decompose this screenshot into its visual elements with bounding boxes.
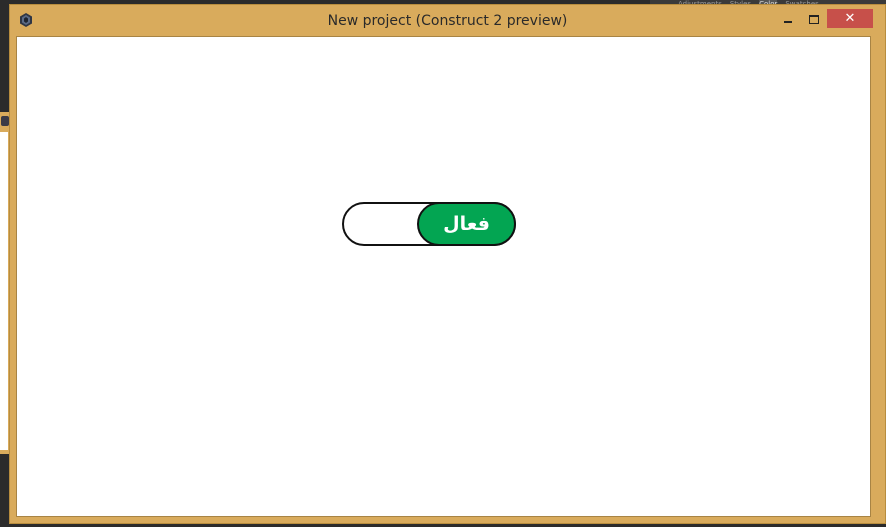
preview-window: New project (Construct 2 preview) ✕ فعال [9, 4, 886, 524]
minimize-button[interactable] [775, 9, 801, 29]
toggle-switch[interactable]: فعال [342, 202, 516, 246]
maximize-icon [809, 14, 819, 24]
close-button[interactable]: ✕ [827, 9, 873, 28]
toggle-label: فعال [443, 213, 490, 235]
desktop: Adjustments Styles Color Swatches New pr… [0, 0, 886, 527]
background-window-icon [1, 116, 9, 126]
close-icon: ✕ [844, 11, 856, 26]
toggle-knob[interactable]: فعال [417, 202, 516, 246]
window-title: New project (Construct 2 preview) [327, 13, 568, 29]
minimize-icon [784, 21, 792, 23]
maximize-button[interactable] [801, 9, 827, 29]
game-canvas: فعال [16, 36, 871, 517]
background-window-client [0, 132, 8, 450]
title-bar[interactable]: New project (Construct 2 preview) ✕ [10, 5, 885, 36]
